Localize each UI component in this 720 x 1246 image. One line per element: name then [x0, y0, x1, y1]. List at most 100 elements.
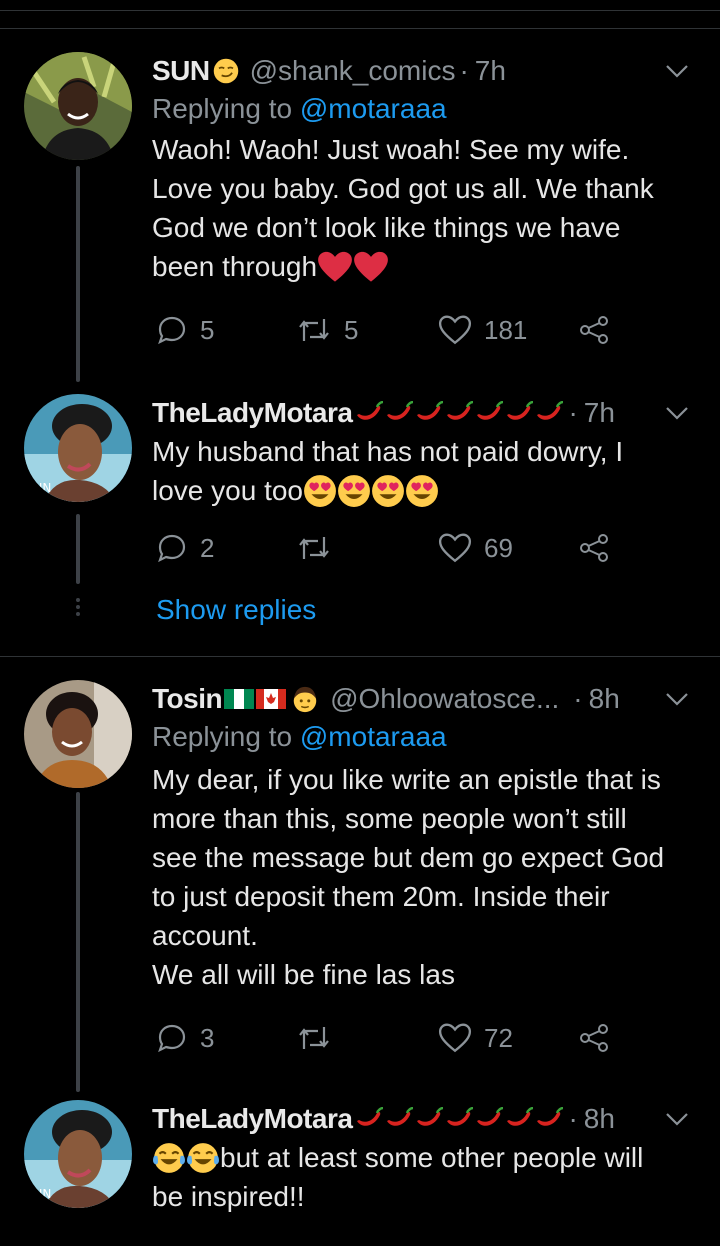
text-line: see the message but dem go expect God: [152, 842, 665, 873]
like-button[interactable]: 69: [438, 528, 513, 568]
man-emoji: [293, 686, 317, 713]
reply-button[interactable]: 2: [156, 528, 214, 568]
timestamp[interactable]: 8h: [589, 683, 620, 715]
retweet-icon: [299, 1027, 329, 1049]
thread-line: [76, 166, 80, 382]
reply-icon: [158, 534, 186, 563]
display-name[interactable]: TheLadyMotara: [152, 1103, 353, 1135]
tears-of-joy-emoji: [152, 1141, 186, 1174]
tears-of-joy-emoji: [186, 1141, 220, 1174]
text-segment: love you too: [152, 475, 303, 506]
chili-emoji: [476, 401, 505, 421]
timestamp[interactable]: 7h: [584, 397, 615, 429]
top-border: [0, 10, 720, 11]
top-border: [0, 28, 720, 29]
text-line: God we don’t look like things we have: [152, 212, 621, 243]
chili-emoji: [416, 1107, 445, 1128]
chili-emoji: [386, 401, 415, 421]
chili-emoji: [356, 401, 385, 421]
retweet-count: 5: [344, 314, 359, 345]
chevron-down-icon[interactable]: [662, 1104, 692, 1134]
reply-icon: [158, 316, 186, 345]
text-line: be inspired!!: [152, 1181, 305, 1212]
chili-emoji-row: [354, 1107, 565, 1131]
like-button[interactable]: 72: [438, 1018, 513, 1058]
chili-emoji: [536, 401, 565, 421]
separator-dot: ·: [568, 397, 578, 428]
replying-to: Replying to @motaraaa: [152, 90, 692, 128]
chili-emoji: [476, 1107, 505, 1128]
tweet-text: but at least some other people will be i…: [152, 1138, 692, 1216]
chevron-down-icon[interactable]: [662, 684, 692, 714]
chevron-down-icon[interactable]: [662, 56, 692, 86]
reply-button[interactable]: 5: [156, 310, 214, 350]
like-button[interactable]: 181: [438, 310, 527, 350]
retweet-icon: [299, 537, 329, 559]
display-name[interactable]: Tosin: [152, 683, 223, 715]
text-segment: but at least some other people will: [220, 1142, 644, 1173]
reply-icon: [158, 1024, 186, 1053]
text-line: account.: [152, 920, 258, 951]
text-line-with-emoji: but at least some other people will: [152, 1138, 692, 1177]
text-line: We all will be fine las las: [152, 959, 455, 990]
svg-text:IUN: IUN: [30, 1187, 51, 1201]
thread-line: [76, 792, 80, 1092]
user-handle[interactable]: @Ohloowatosce...: [330, 683, 559, 715]
chili-emoji-row: [354, 401, 565, 425]
separator-dot: ·: [568, 1103, 578, 1134]
share-button[interactable]: [578, 1018, 610, 1058]
text-segment: been through: [152, 251, 318, 282]
thread-ellipsis: [73, 598, 83, 619]
text-line: Love you baby. God got us all. We thank: [152, 173, 654, 204]
chili-emoji: [506, 401, 535, 421]
tweet-text: My dear, if you like write an epistle th…: [152, 760, 692, 994]
show-replies-link[interactable]: Show replies: [156, 594, 316, 626]
share-button[interactable]: [578, 528, 610, 568]
retweet-button[interactable]: 5: [296, 310, 358, 350]
avatar[interactable]: IUN: [24, 1100, 132, 1208]
reply-count: 5: [200, 314, 215, 345]
replying-prefix: Replying to: [152, 721, 293, 752]
text-line-with-emoji: love you too: [152, 471, 692, 510]
like-count: 181: [484, 314, 528, 345]
chili-emoji: [536, 1107, 565, 1128]
share-icon: [580, 534, 608, 562]
reply-count: 3: [200, 1022, 215, 1053]
thread-line: [76, 514, 80, 584]
retweet-button[interactable]: [296, 1018, 332, 1058]
share-button[interactable]: [578, 310, 610, 350]
mention-link[interactable]: @motaraaa: [300, 721, 447, 752]
share-icon: [580, 1024, 608, 1052]
divider: [0, 656, 720, 657]
user-handle[interactable]: @shank_comics: [250, 55, 456, 87]
heart-eyes-emoji: [406, 474, 438, 507]
nigeria-flag: [224, 689, 255, 709]
text-line-with-emoji: been through: [152, 247, 692, 286]
chili-emoji: [446, 401, 475, 421]
like-count: 72: [484, 1022, 513, 1053]
display-name[interactable]: TheLadyMotara: [152, 397, 353, 429]
canada-flag: [256, 689, 287, 709]
chevron-down-icon[interactable]: [662, 398, 692, 428]
heart-eyes-emoji: [372, 474, 404, 507]
timestamp[interactable]: 7h: [475, 55, 506, 87]
text-line: My husband that has not paid dowry, I: [152, 436, 624, 467]
chili-emoji: [506, 1107, 535, 1128]
name-emojis: [224, 684, 320, 714]
share-icon: [580, 316, 608, 344]
separator-dot: ·: [459, 55, 469, 86]
retweet-button[interactable]: [296, 528, 332, 568]
text-line: Waoh! Waoh! Just woah! See my wife.: [152, 134, 630, 165]
mention-link[interactable]: @motaraaa: [300, 93, 447, 124]
heart-emoji: [318, 251, 352, 282]
avatar[interactable]: [24, 52, 132, 160]
reply-button[interactable]: 3: [156, 1018, 214, 1058]
display-name[interactable]: SUN: [152, 55, 210, 87]
smirk-emoji: [212, 57, 240, 85]
avatar[interactable]: [24, 680, 132, 788]
heart-emoji: [354, 251, 388, 282]
avatar[interactable]: IUN: [24, 394, 132, 502]
tweet-text: Waoh! Waoh! Just woah! See my wife. Love…: [152, 130, 692, 286]
timestamp[interactable]: 8h: [584, 1103, 615, 1135]
chili-emoji: [446, 1107, 475, 1128]
